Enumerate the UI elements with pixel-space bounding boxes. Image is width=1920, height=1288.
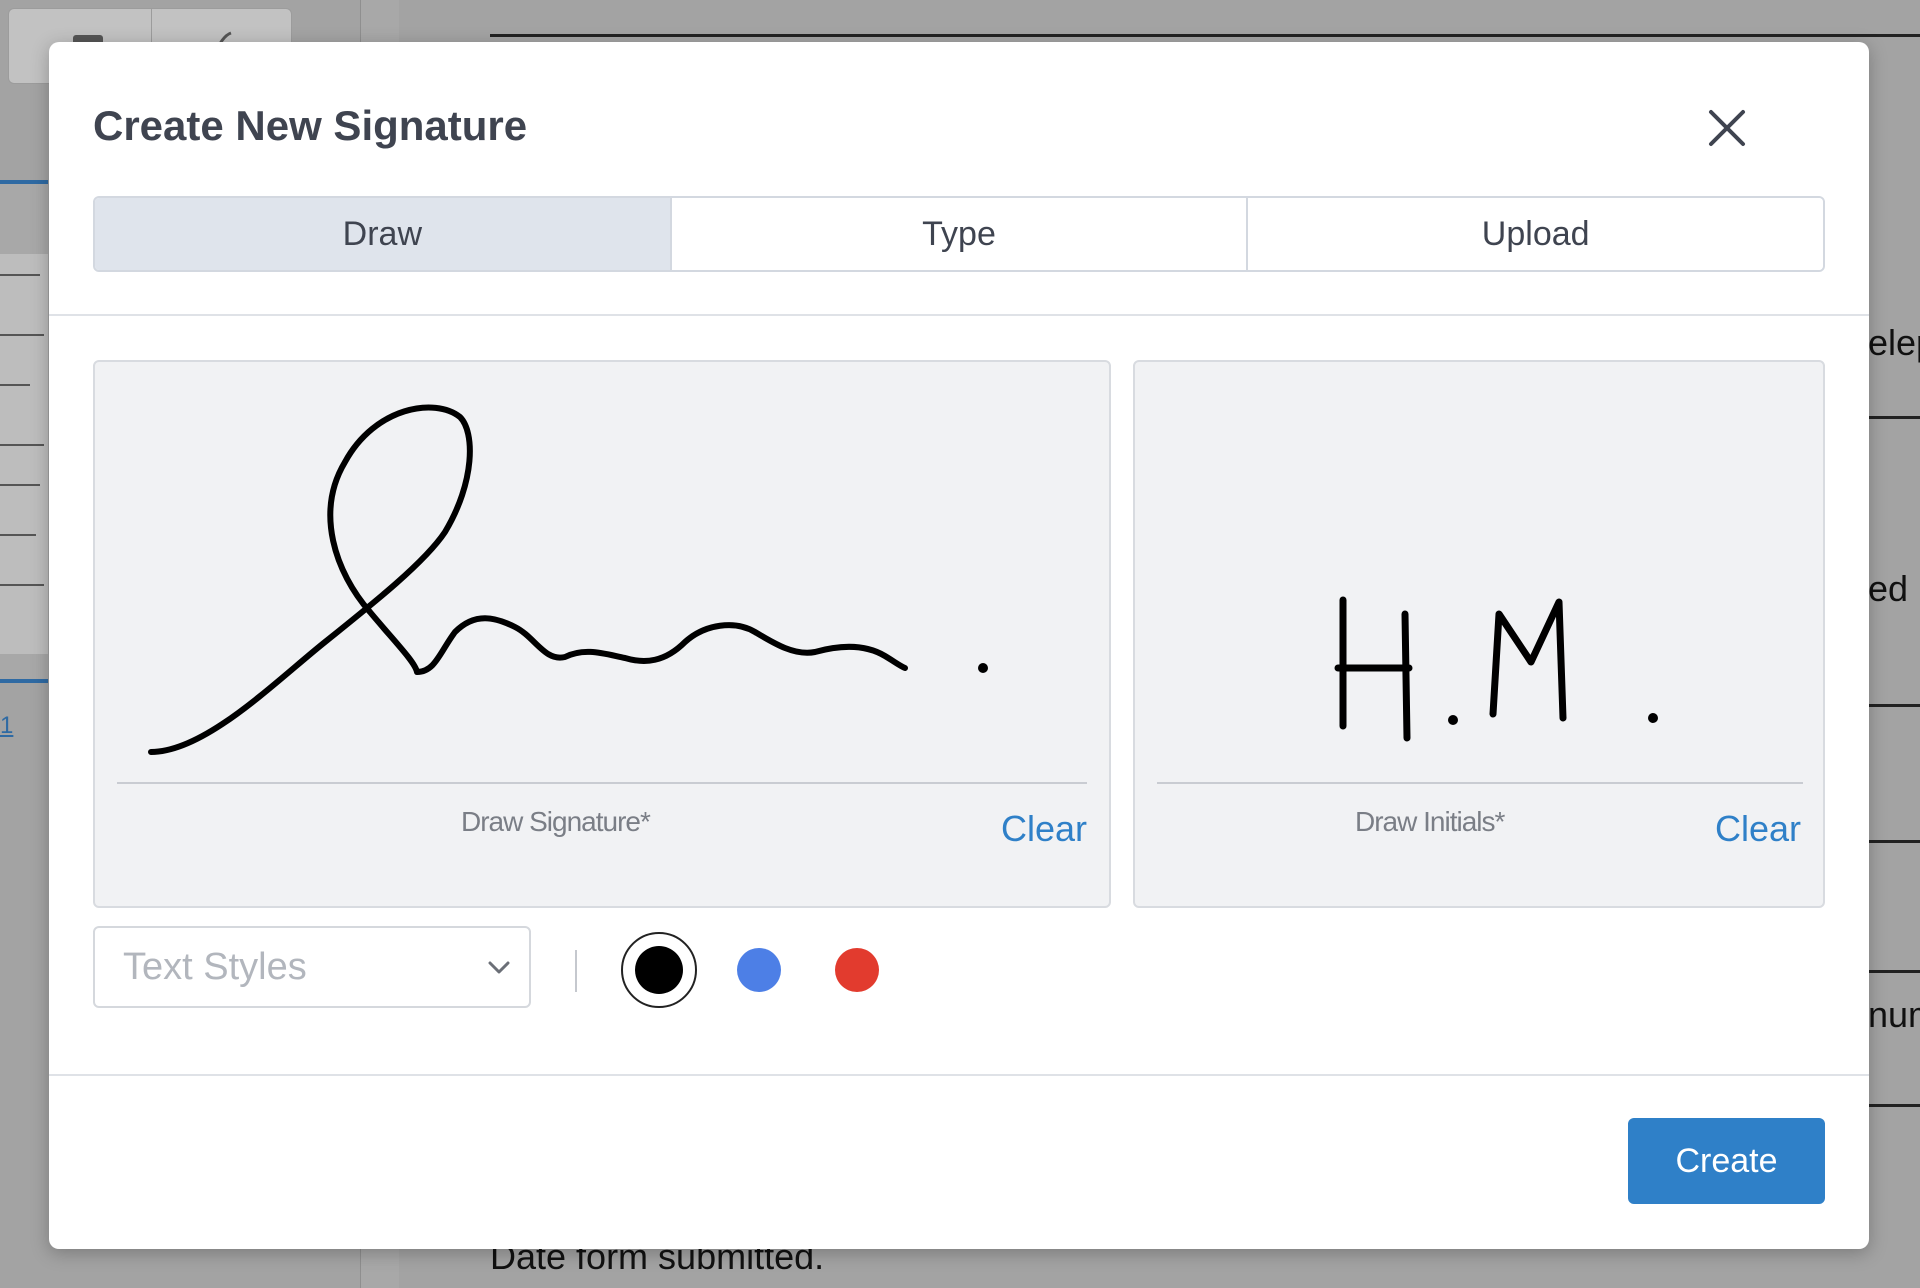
toolbar-separator bbox=[575, 950, 577, 992]
doc-text-fragment: num bbox=[1868, 994, 1920, 1035]
color-swatch-red[interactable] bbox=[835, 948, 879, 992]
doc-text-fragment: ed bbox=[1868, 568, 1909, 609]
doc-text-fragment: elep bbox=[1868, 322, 1920, 363]
page-number: 1 bbox=[0, 712, 14, 739]
drawn-initials bbox=[1334, 596, 1658, 742]
doc-rule bbox=[490, 34, 1920, 37]
page-thumbnail bbox=[0, 180, 48, 683]
divider bbox=[49, 314, 1869, 316]
initials-baseline bbox=[1157, 782, 1803, 784]
clear-initials-button[interactable]: Clear bbox=[1715, 808, 1801, 850]
text-styles-select[interactable]: Text Styles bbox=[93, 926, 531, 1008]
create-button[interactable]: Create bbox=[1628, 1118, 1825, 1204]
tab-draw[interactable]: Draw bbox=[95, 198, 670, 270]
drawn-signature bbox=[148, 404, 988, 755]
color-swatch-blue[interactable] bbox=[737, 948, 781, 992]
signature-pad-label: Draw Signature* bbox=[461, 806, 651, 837]
initials-draw-pad[interactable]: Draw Initials* Clear bbox=[1133, 360, 1825, 908]
color-swatch-black[interactable] bbox=[621, 932, 697, 1008]
dialog-title: Create New Signature bbox=[93, 102, 528, 149]
divider bbox=[49, 1074, 1869, 1076]
signature-mode-tabs: Draw Type Upload bbox=[93, 196, 1825, 272]
clear-signature-button[interactable]: Clear bbox=[1001, 808, 1087, 850]
app-screen: 1 elep ed num Date form submitted. Creat… bbox=[0, 0, 1920, 1288]
chevron-down-icon bbox=[488, 961, 510, 974]
text-styles-placeholder: Text Styles bbox=[123, 946, 307, 988]
signature-baseline bbox=[117, 782, 1087, 784]
tab-type[interactable]: Type bbox=[669, 198, 1247, 270]
initials-pad-label: Draw Initials* bbox=[1355, 806, 1505, 837]
signature-draw-pad[interactable]: Draw Signature* Clear bbox=[93, 360, 1111, 908]
create-signature-dialog: Create New Signature Draw Type Upload Dr… bbox=[49, 42, 1869, 1249]
close-icon[interactable] bbox=[1701, 102, 1753, 154]
tab-upload[interactable]: Upload bbox=[1246, 198, 1823, 270]
